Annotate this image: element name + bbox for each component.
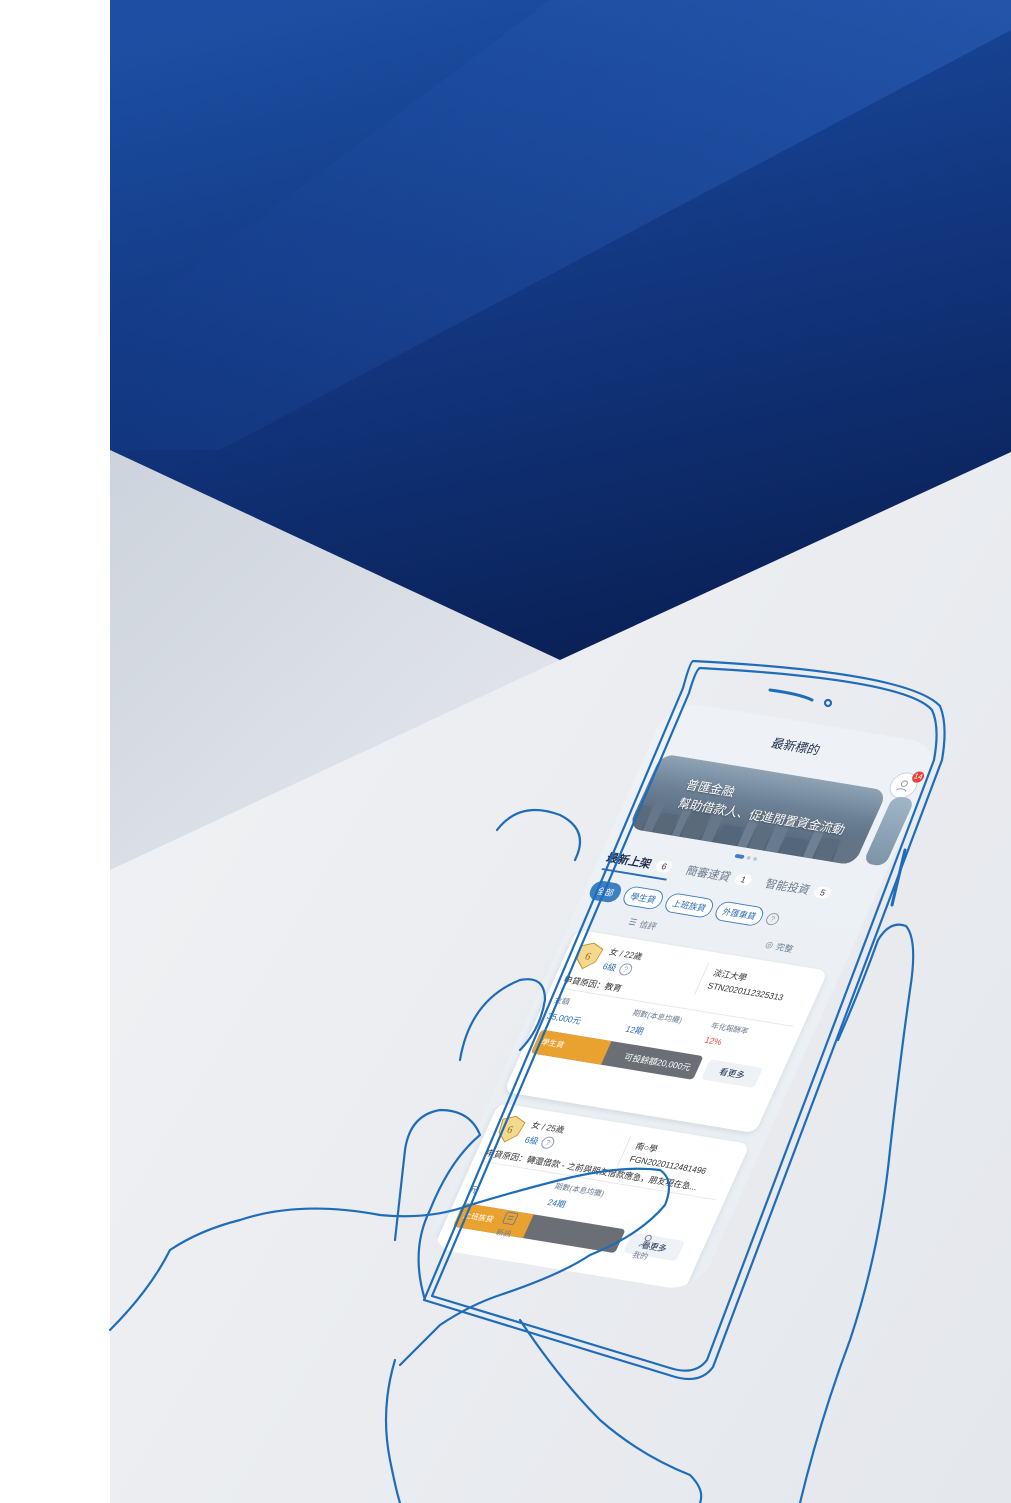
rate-label: 年化報酬率 xyxy=(709,1021,750,1036)
left-margin xyxy=(0,0,110,1503)
tab-count: 5 xyxy=(812,885,834,899)
credit-grade: 6級? xyxy=(601,960,635,977)
tab-count: 1 xyxy=(733,872,754,886)
user-icon xyxy=(638,1234,652,1249)
help-icon[interactable]: ? xyxy=(617,962,635,977)
tab-label: 最新上架 xyxy=(604,850,654,871)
news-icon xyxy=(502,1211,519,1225)
tab-count: 6 xyxy=(654,859,675,873)
chip-student-loan[interactable]: 學生貸 xyxy=(620,885,667,911)
amount-label: 金額 xyxy=(552,995,572,1007)
chip-worker-loan[interactable]: 上班族貸 xyxy=(662,892,717,919)
promo-banner[interactable]: 普匯金融 幫助借款人、促進閒置資金流動 xyxy=(627,753,888,866)
notification-avatar-button[interactable]: 14 xyxy=(885,770,927,801)
borrower-meta: 女 / 25歲 xyxy=(529,1120,567,1135)
tab-latest[interactable]: 最新上架 6 xyxy=(601,849,675,881)
amount-value: 35,000元 xyxy=(545,1011,583,1026)
nav-news[interactable]: 新訊 xyxy=(485,1210,521,1260)
chip-all[interactable]: 全部 xyxy=(586,879,625,904)
nav-news-label: 新訊 xyxy=(494,1228,513,1239)
period-value: 12期 xyxy=(623,1024,646,1037)
grade-label: 6級 xyxy=(601,961,618,973)
borrower-school: 淡江大學 xyxy=(711,968,749,983)
promo-stage: 最新標的 14 普匯金融 幫助借款人、促進閒置資金流動 最新上架 6 簡審速貸 … xyxy=(0,0,1011,1503)
loan-card[interactable]: 6 女 / 22歲 6級? 淡江大學 STN2020112325313 申貸原因… xyxy=(503,929,829,1134)
see-more-button[interactable]: 看更多 xyxy=(701,1059,763,1088)
borrower-school: 南○學 xyxy=(633,1141,660,1155)
eye-icon: ◎ xyxy=(763,938,776,950)
user-icon xyxy=(896,780,908,792)
amount-value: 元 xyxy=(467,1184,480,1196)
notification-badge: 14 xyxy=(910,770,927,784)
period-value: 24期 xyxy=(545,1197,568,1210)
help-icon[interactable]: ? xyxy=(539,1135,557,1150)
nav-mine-label: 我的 xyxy=(631,1250,650,1262)
remaining-amount: 可投餘額20,000元 xyxy=(622,1052,693,1073)
chip-car-loan[interactable]: 外匯車貸 xyxy=(712,900,767,928)
grade-label: 6級 xyxy=(523,1134,541,1147)
rate-value: 12% xyxy=(703,1035,724,1048)
tab-quick-review[interactable]: 簡審速貸 1 xyxy=(681,862,755,894)
help-icon[interactable]: ? xyxy=(764,912,782,927)
tab-label: 簡審速貸 xyxy=(683,863,734,884)
sort-credit-label: 信評 xyxy=(637,919,659,932)
funding-progress-bar: 學生貸 可投餘額20,000元 xyxy=(530,1029,704,1080)
filter-complete-label: 完整 xyxy=(774,941,795,954)
tab-label: 智能投資 xyxy=(762,876,813,897)
nav-mine[interactable]: 我的 xyxy=(622,1232,658,1282)
borrower-meta: 女 / 22歲 xyxy=(607,947,645,962)
tab-smart-invest[interactable]: 智能投資 5 xyxy=(760,875,834,907)
credit-grade: 6級? xyxy=(523,1133,557,1150)
sort-icon: ☰ xyxy=(627,916,639,927)
